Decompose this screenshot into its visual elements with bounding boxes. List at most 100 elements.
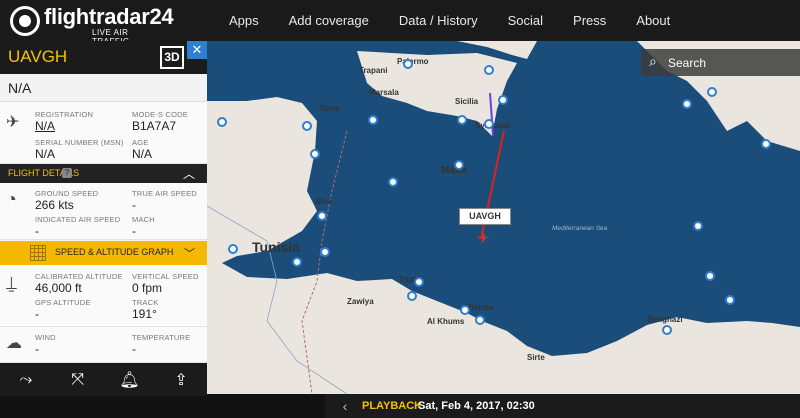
label-sfax: Sfax — [315, 197, 332, 206]
track-value: 191° — [132, 307, 157, 321]
radar-icon — [10, 6, 40, 36]
registration-value[interactable]: N/A — [35, 119, 55, 133]
altitude-section: ⍊ CALIBRATED ALTITUDE 46,000 ft VERTICAL… — [0, 265, 207, 327]
selected-aircraft-icon[interactable]: ✈ — [477, 229, 490, 247]
top-navigation-bar: flightradar24 LIVE AIR TRAFFIC Apps Add … — [0, 0, 800, 46]
3d-view-button[interactable]: 3D — [160, 46, 184, 69]
ground-speed-label: GROUND SPEED — [35, 189, 99, 198]
aircraft-marker[interactable] — [388, 177, 398, 187]
wind-label: WIND — [35, 333, 56, 342]
aircraft-marker[interactable] — [693, 221, 703, 231]
true-air-speed-value: - — [132, 198, 136, 212]
aircraft-marker[interactable] — [725, 295, 735, 305]
chevron-up-icon[interactable]: ︿ — [183, 165, 195, 182]
logo-text: flightradar24 — [44, 4, 174, 29]
aircraft-marker[interactable] — [317, 211, 327, 221]
speed-altitude-graph-header[interactable]: SPEED & ALTITUDE GRAPH ﹀ — [0, 241, 207, 265]
aircraft-marker[interactable] — [484, 65, 494, 75]
search-label: Search — [668, 56, 707, 70]
search-button[interactable]: ⌕ Search — [641, 49, 800, 76]
nav-social[interactable]: Social — [493, 0, 558, 41]
aircraft-marker[interactable] — [454, 160, 464, 170]
playback-date: Sat, Feb 4, 2017, 02:30 — [418, 400, 535, 412]
aircraft-marker[interactable] — [457, 115, 467, 125]
aircraft-marker[interactable] — [368, 115, 378, 125]
age-value: N/A — [132, 147, 153, 161]
chevron-left-icon[interactable]: ‹ — [335, 396, 355, 416]
panel-toolbar: ⤳ ⤧ 🔔︎ ⇪ — [0, 363, 207, 396]
label-mediterranean-sea: Mediterranean Sea — [552, 225, 608, 232]
panel-bottom-strip — [0, 396, 207, 418]
aircraft-marker[interactable] — [228, 244, 238, 254]
age-label: AGE — [132, 138, 149, 147]
mach-label: MACH — [132, 215, 155, 224]
aircraft-marker[interactable] — [217, 117, 227, 127]
track-label: TRACK — [132, 298, 159, 307]
label-tunis: Tunis — [319, 104, 340, 113]
serial-value: N/A — [35, 147, 56, 161]
aircraft-section: ✈ REGISTRATION N/A MODE-S CODE B1A7A7 SE… — [0, 102, 207, 164]
weather-icon: ☁ — [6, 335, 22, 352]
aircraft-name: N/A — [8, 80, 32, 96]
temperature-value: - — [132, 342, 136, 356]
nav-press[interactable]: Press — [558, 0, 621, 41]
aircraft-marker[interactable] — [707, 87, 717, 97]
nav-data-history[interactable]: Data / History — [384, 0, 493, 41]
aircraft-marker[interactable] — [320, 247, 330, 257]
label-sirte: Sirte — [527, 353, 545, 362]
aircraft-name-row: N/A — [0, 74, 207, 102]
search-icon: ⌕ — [649, 53, 657, 69]
aircraft-marker[interactable] — [414, 277, 424, 287]
bell-icon[interactable]: 🔔︎ — [114, 370, 144, 390]
label-marsala: Marsala — [369, 88, 399, 97]
registration-label: REGISTRATION — [35, 110, 94, 119]
flight-details-header[interactable]: FLIGHT DETAILS ? ︿ — [0, 164, 207, 183]
mode-s-value: B1A7A7 — [132, 119, 177, 133]
label-trapani: Trapani — [359, 66, 388, 75]
calibrated-altitude-value: 46,000 ft — [35, 281, 82, 295]
nav-about[interactable]: About — [621, 0, 685, 41]
map-view[interactable]: Tunisia Palermo Trapani Marsala Sicilia … — [207, 41, 800, 394]
aircraft-marker[interactable] — [484, 119, 494, 129]
aircraft-marker[interactable] — [292, 257, 302, 267]
aircraft-marker[interactable] — [403, 59, 413, 69]
label-benghazi: Benghazi — [647, 315, 683, 324]
share-icon[interactable]: ⇪ — [166, 370, 196, 390]
vertical-speed-label: VERTICAL SPEED — [132, 272, 199, 281]
aircraft-marker[interactable] — [705, 271, 715, 281]
main-nav: Apps Add coverage Data / History Social … — [214, 0, 685, 41]
aircraft-marker[interactable] — [460, 305, 470, 315]
flight-callsign-tag[interactable]: UAVGH — [459, 208, 511, 225]
chevron-down-icon[interactable]: ﹀ — [184, 245, 195, 261]
aircraft-marker[interactable] — [407, 291, 417, 301]
label-tunisia: Tunisia — [252, 239, 300, 255]
help-icon[interactable]: ? — [62, 168, 72, 178]
weather-section: ☁ WIND - TEMPERATURE - — [0, 327, 207, 363]
aircraft-marker[interactable] — [310, 149, 320, 159]
true-air-speed-label: TRUE AIR SPEED — [132, 189, 197, 198]
wind-value: - — [35, 342, 39, 356]
fullscreen-icon[interactable]: ⤧ — [63, 371, 93, 389]
playback-bar: ‹ PLAYBACK Sat, Feb 4, 2017, 02:30 — [207, 394, 800, 418]
route-icon[interactable]: ⤳ — [11, 371, 41, 389]
label-zawiya: Zawiya — [347, 297, 374, 306]
aircraft-marker[interactable] — [682, 99, 692, 109]
airplane-icon: ✈ — [6, 114, 20, 131]
speed-altitude-graph-title: SPEED & ALTITUDE GRAPH — [55, 247, 174, 257]
mach-value: - — [132, 224, 136, 238]
aircraft-marker[interactable] — [761, 139, 771, 149]
playback-label: PLAYBACK — [362, 400, 423, 412]
close-panel-button[interactable]: ✕ — [187, 41, 207, 59]
nav-add-coverage[interactable]: Add coverage — [274, 0, 384, 41]
aircraft-marker[interactable] — [475, 315, 485, 325]
serial-label: SERIAL NUMBER (MSN) — [35, 138, 124, 147]
aircraft-marker[interactable] — [662, 325, 672, 335]
ground-speed-value: 266 kts — [35, 198, 74, 212]
speedometer-icon: ◔ — [6, 189, 17, 209]
aircraft-marker[interactable] — [498, 95, 508, 105]
nav-apps[interactable]: Apps — [214, 0, 274, 41]
aircraft-marker[interactable] — [302, 121, 312, 131]
callsign: UAVGH — [8, 47, 68, 66]
flightradar24-logo[interactable]: flightradar24 LIVE AIR TRAFFIC — [10, 4, 174, 46]
temperature-label: TEMPERATURE — [132, 333, 191, 342]
